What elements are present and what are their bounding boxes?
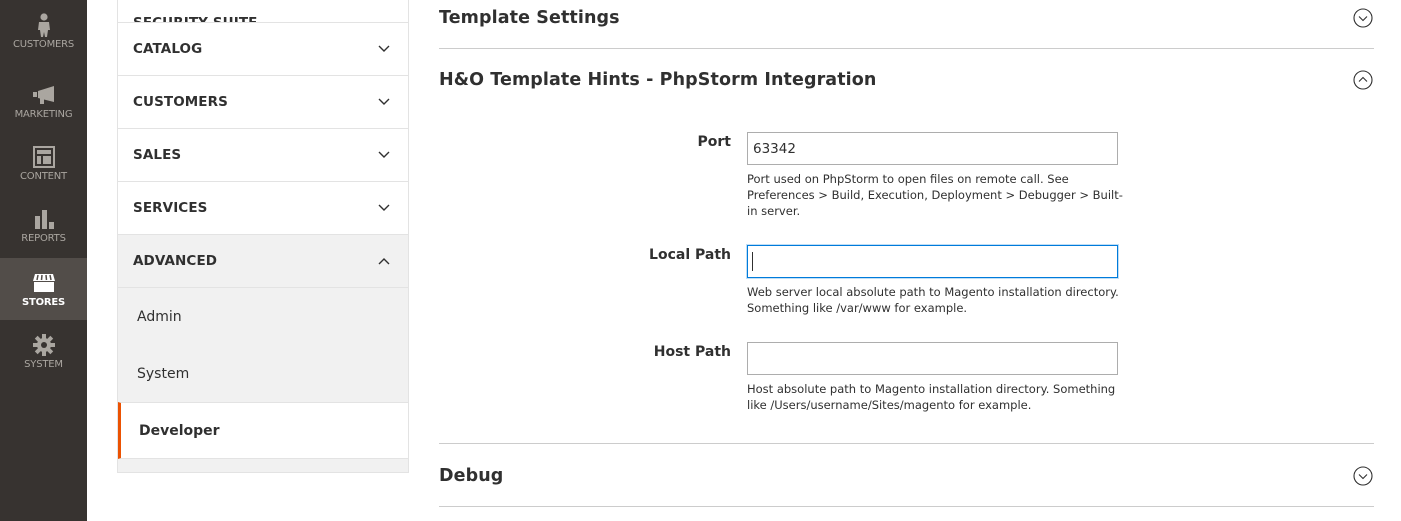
port-input[interactable] [747,132,1118,165]
section-debug-header[interactable]: Debug [439,444,1374,507]
expand-circle-icon[interactable] [1353,465,1373,486]
layout-icon [32,146,56,168]
nav-item-marketing[interactable]: MARKETING [0,70,87,132]
chevron-up-icon [378,258,390,265]
host-path-label: Host Path [653,344,731,360]
nav-item-system[interactable]: SYSTEM [0,320,87,382]
config-tabs: SECURITY SUITE CATALOG CUSTOMERS SALES S… [117,0,409,473]
advanced-sub-items: Admin System Developer [118,288,408,472]
nav-item-stores[interactable]: STORES [0,258,87,320]
nav-label: STORES [21,297,66,308]
nav-label: REPORTS [21,233,66,244]
tab-group-title: CUSTOMERS [133,94,228,110]
tab-group-security-suite[interactable]: SECURITY SUITE [118,0,408,23]
nav-item-customers[interactable]: CUSTOMERS [0,0,87,62]
admin-nav: CUSTOMERS MARKETING CONTENT REPORTS STOR… [0,0,87,521]
chevron-down-icon [378,151,390,158]
port-note: Port used on PhpStorm to open files on r… [747,172,1123,218]
nav-label: MARKETING [14,109,73,120]
megaphone-icon [32,84,56,106]
tab-group-title: CATALOG [133,41,203,57]
storefront-icon [32,272,56,294]
config-main: Template Settings H&O Template Hints - P… [439,0,1374,507]
local-path-note: Web server local absolute path to Magent… [747,285,1119,315]
tab-group-title: SERVICES [133,200,208,216]
tab-group-catalog[interactable]: CATALOG [118,23,408,76]
section-debug: Debug [439,444,1374,507]
local-path-label: Local Path [649,247,731,263]
host-path-note: Host absolute path to Magento installati… [747,382,1116,412]
sub-items-footer [118,459,408,472]
section-template-settings: Template Settings [439,0,1374,49]
section-template-hints-header[interactable]: H&O Template Hints - PhpStorm Integratio… [439,49,1374,111]
section-title: Debug [439,465,504,486]
nav-label: CONTENT [20,171,67,182]
section-template-settings-header[interactable]: Template Settings [439,0,1374,36]
tab-item-admin[interactable]: Admin [118,288,408,345]
tab-group-title: SECURITY SUITE [133,15,258,23]
tab-item-developer[interactable]: Developer [118,402,408,459]
tab-item-system[interactable]: System [118,345,408,402]
tab-group-services[interactable]: SERVICES [118,182,408,235]
section-title: Template Settings [439,8,620,28]
tab-group-title: ADVANCED [133,253,218,269]
nav-label: SYSTEM [24,359,63,370]
section-template-hints: H&O Template Hints - PhpStorm Integratio… [439,49,1374,444]
chevron-down-icon [378,98,390,105]
port-label: Port [697,134,731,150]
collapse-circle-icon[interactable] [1353,70,1373,90]
section-title: H&O Template Hints - PhpStorm Integratio… [439,70,877,90]
chevron-down-icon [378,45,390,52]
nav-label: CUSTOMERS [12,39,75,50]
local-path-input[interactable] [747,245,1118,278]
text-caret [752,252,753,271]
tab-group-customers[interactable]: CUSTOMERS [118,76,408,129]
nav-item-reports[interactable]: REPORTS [0,194,87,256]
gear-icon [32,334,56,356]
nav-item-content[interactable]: CONTENT [0,132,87,194]
host-path-input[interactable] [747,342,1118,375]
expand-circle-icon[interactable] [1353,8,1373,28]
chevron-down-icon [378,204,390,211]
tab-group-title: SALES [133,147,182,163]
bar-chart-icon [32,208,56,230]
tab-group-advanced[interactable]: ADVANCED [118,235,408,288]
tab-group-sales[interactable]: SALES [118,129,408,182]
customer-icon [32,13,56,37]
